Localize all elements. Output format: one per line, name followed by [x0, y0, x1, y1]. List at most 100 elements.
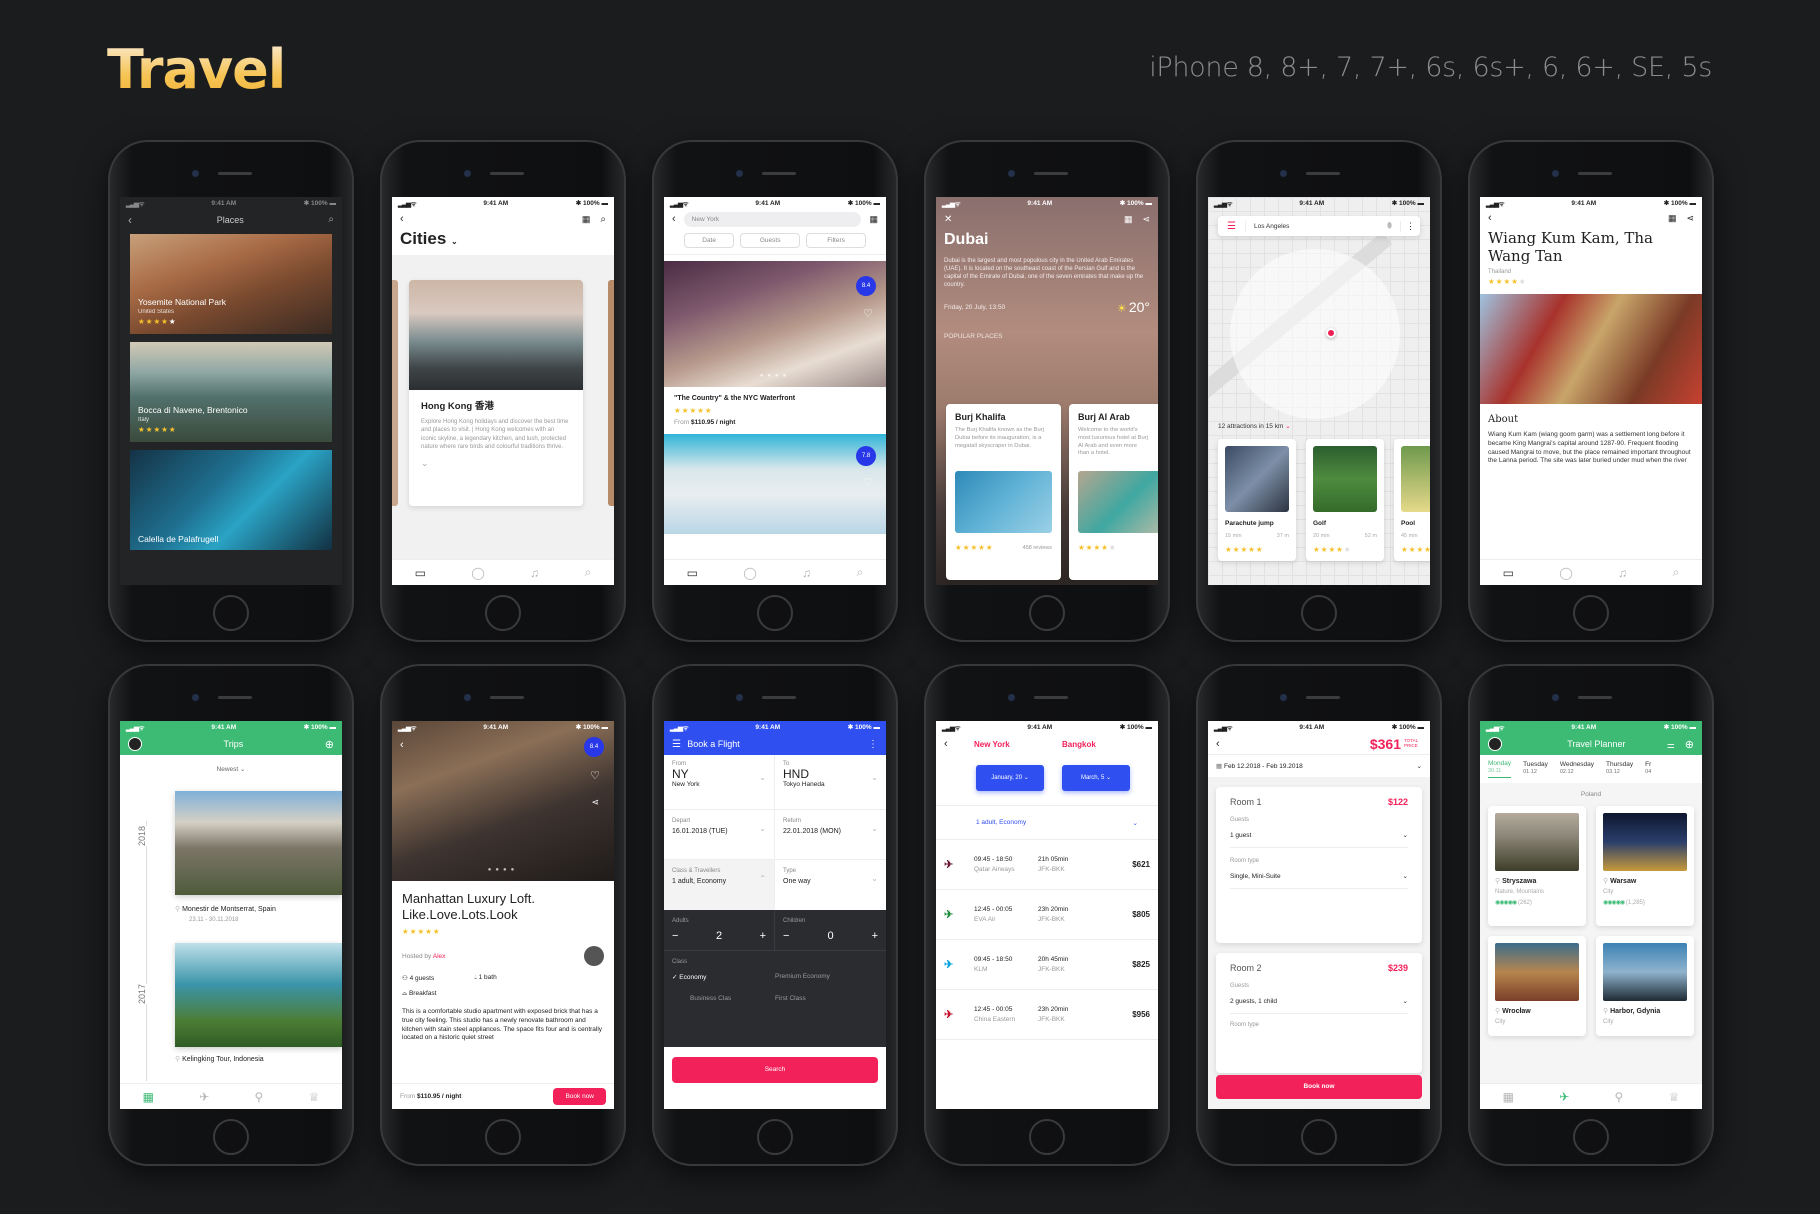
- guests-select[interactable]: 1 guest ⌄: [1230, 823, 1408, 848]
- class-option-business[interactable]: Business Clas: [672, 995, 775, 1002]
- filter-date-button[interactable]: Date: [684, 233, 735, 248]
- attraction-card[interactable]: Pool 45 min ★★★★★: [1394, 439, 1430, 561]
- attractions-dropdown[interactable]: 12 attractions in 15 km ⌄: [1218, 422, 1291, 430]
- tab-calendar-icon[interactable]: ▭: [1503, 566, 1514, 580]
- favorite-icon[interactable]: ♡: [863, 476, 873, 489]
- from-field[interactable]: From NY New York ⌄: [664, 755, 775, 810]
- screen-map[interactable]: ▂▃▅ ᯤ9:41 AM✱ 100% ▬ ☰ ⬮ ⋮ 12 attraction…: [1208, 197, 1430, 585]
- share-icon[interactable]: ⋖: [1686, 213, 1694, 223]
- chevron-down-icon[interactable]: ⌄: [451, 237, 458, 246]
- attraction-card[interactable]: Golf 20 min 52 m ★★★★★: [1306, 439, 1384, 561]
- place-card[interactable]: Calella de Palafrugell: [130, 450, 332, 550]
- add-icon[interactable]: ⊕: [325, 738, 334, 751]
- trip-photo[interactable]: [175, 943, 342, 1047]
- menu-icon[interactable]: ☰: [1218, 220, 1246, 232]
- more-icon[interactable]: ⋮: [1400, 220, 1420, 232]
- popular-place-card[interactable]: Burj Al Arab Welcome to the world's most…: [1069, 404, 1158, 580]
- depart-field[interactable]: Depart 16.01.2018 (TUE) ⌄: [664, 810, 775, 860]
- microphone-icon[interactable]: ⬮: [1387, 221, 1392, 231]
- tab-chat-icon[interactable]: ◯: [471, 566, 484, 580]
- tab-calendar-icon[interactable]: ▭: [415, 566, 426, 580]
- place-card[interactable]: Bocca di Navene, Brentonico Italy ★★★★★: [130, 342, 332, 442]
- tab-search-icon[interactable]: ⌕: [857, 565, 864, 580]
- filter-icon[interactable]: ⚌: [1667, 740, 1675, 750]
- tab-bell-icon[interactable]: ♫: [802, 566, 811, 580]
- tab-map-icon[interactable]: ▦: [143, 1090, 154, 1104]
- class-travellers-field[interactable]: Class & Travellers 1 adult, Economy ⌃: [664, 860, 775, 910]
- children-decrement[interactable]: −: [783, 930, 789, 942]
- map-search-input[interactable]: [1246, 222, 1387, 230]
- host-name-link[interactable]: Alex: [433, 953, 446, 960]
- add-icon[interactable]: ⊕: [1685, 739, 1694, 751]
- map-icon[interactable]: ▦: [869, 214, 878, 225]
- day-tab[interactable]: Wednesday 02.12: [1560, 761, 1594, 777]
- avatar[interactable]: [1488, 737, 1502, 751]
- planner-place-card[interactable]: ⚲ Warsaw City ◉◉◉◉◉ (1,285): [1596, 806, 1694, 926]
- tab-pin-icon[interactable]: ⚲: [1615, 1090, 1624, 1104]
- planner-place-card[interactable]: ⚲ Wrocław City: [1488, 936, 1586, 1036]
- planner-place-card[interactable]: ⚲ Stryszawa Nature, Mountains ◉◉◉◉◉ (262): [1488, 806, 1586, 926]
- class-option-premium[interactable]: Premium Economy: [775, 973, 878, 981]
- destination-city[interactable]: Bangkok: [1062, 740, 1096, 749]
- guests-select[interactable]: 2 guests, 1 child ⌄: [1230, 989, 1408, 1014]
- map-icon[interactable]: ▦: [1124, 214, 1133, 224]
- return-date-button[interactable]: March, 5 ⌄: [1062, 765, 1130, 791]
- host-avatar[interactable]: [584, 946, 604, 967]
- flight-row[interactable]: ✈ 09:45 - 18:50 Qatar Airways 21h 05min JFK-…: [936, 840, 1158, 890]
- date-range-dropdown[interactable]: ▦ Feb 12.2018 - Feb 19.2018 ⌄: [1208, 755, 1430, 777]
- tab-search-icon[interactable]: ⌕: [1673, 565, 1680, 580]
- menu-icon[interactable]: ☰: [672, 739, 681, 750]
- back-icon[interactable]: ‹: [944, 738, 974, 750]
- search-icon[interactable]: ⌕: [600, 214, 606, 225]
- search-button[interactable]: Search: [672, 1057, 878, 1083]
- expand-icon[interactable]: ⌄: [421, 458, 571, 469]
- tab-trophy-icon[interactable]: ♕: [1669, 1090, 1680, 1104]
- back-icon[interactable]: ‹: [672, 213, 676, 225]
- day-tab[interactable]: Fr 04: [1645, 761, 1651, 777]
- more-icon[interactable]: ⋮: [868, 739, 878, 750]
- tab-trophy-icon[interactable]: ♕: [309, 1090, 320, 1104]
- adults-decrement[interactable]: −: [672, 930, 678, 942]
- map-icon[interactable]: ▦: [582, 214, 591, 224]
- planner-place-card[interactable]: ⚲ Harbor, Gdynia City: [1596, 936, 1694, 1036]
- room-type-select[interactable]: Single, Mini-Suite ⌄: [1230, 864, 1408, 889]
- avatar[interactable]: [128, 737, 142, 751]
- hotel-photo[interactable]: 7.8 ♡: [664, 434, 886, 534]
- popular-place-card[interactable]: Burj Khalifa The Burj Khalifa known as t…: [946, 404, 1061, 580]
- day-tab[interactable]: Monday 30.11: [1488, 760, 1512, 778]
- tab-plane-icon[interactable]: ✈: [1559, 1090, 1569, 1104]
- sort-dropdown[interactable]: Newest ⌄: [120, 765, 342, 773]
- filter-guests-button[interactable]: Guests: [740, 233, 801, 248]
- book-now-button[interactable]: Book now: [553, 1088, 606, 1105]
- tab-bell-icon[interactable]: ♫: [530, 566, 539, 580]
- tab-chat-icon[interactable]: ◯: [1559, 566, 1572, 580]
- tab-map-icon[interactable]: ▦: [1503, 1090, 1514, 1104]
- adults-increment[interactable]: +: [760, 930, 766, 942]
- children-increment[interactable]: +: [872, 930, 878, 942]
- loft-photo[interactable]: ▂▃▅ ᯤ 9:41 AM ✱ 100% ▬ ‹ 8.4 ♡ ⋖ ●●●●: [392, 721, 614, 881]
- to-field[interactable]: To HND Tokyo Haneda ⌄: [775, 755, 886, 810]
- trip-photo[interactable]: [175, 791, 342, 895]
- depart-date-button[interactable]: January, 20 ⌄: [976, 765, 1044, 791]
- favorite-icon[interactable]: ♡: [863, 307, 873, 320]
- class-option-first[interactable]: First Class: [775, 995, 878, 1002]
- flight-row[interactable]: ✈ 09:45 - 18:50 KLM 20h 45min JFK-BKK $825: [936, 940, 1158, 990]
- tab-chat-icon[interactable]: ◯: [743, 566, 756, 580]
- book-now-button[interactable]: Book now: [1216, 1075, 1422, 1099]
- back-icon[interactable]: ‹: [128, 214, 132, 226]
- tab-bell-icon[interactable]: ♫: [1618, 566, 1627, 580]
- flight-row[interactable]: ✈ 12:45 - 00:05 China Eastern 23h 20min JFK-…: [936, 990, 1158, 1040]
- city-card[interactable]: Hong Kong 香港 Explore Hong Kong holidays …: [409, 280, 583, 506]
- attraction-card[interactable]: Parachute jump 15 min 37 m ★★★★★: [1218, 439, 1296, 561]
- origin-city[interactable]: New York: [974, 740, 1062, 749]
- search-icon[interactable]: ⌕: [328, 215, 334, 225]
- favorite-icon[interactable]: ♡: [590, 769, 600, 782]
- share-icon[interactable]: ⋖: [591, 797, 599, 808]
- tab-plane-icon[interactable]: ✈: [199, 1090, 209, 1104]
- tab-calendar-icon[interactable]: ▭: [687, 566, 698, 580]
- map-icon[interactable]: ▦: [1668, 213, 1677, 223]
- back-icon[interactable]: ‹: [1216, 738, 1220, 750]
- share-icon[interactable]: ⋖: [1142, 214, 1150, 224]
- close-icon[interactable]: ✕: [944, 214, 952, 225]
- place-card[interactable]: Yosemite National Park United States ★★★…: [130, 234, 332, 334]
